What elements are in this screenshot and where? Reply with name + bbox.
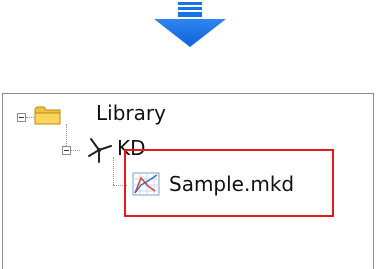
library-collapse-toggle[interactable]	[17, 113, 26, 122]
folder-icon	[33, 103, 63, 131]
tree-connector	[113, 157, 114, 185]
tree-node-library[interactable]: Library	[96, 103, 166, 123]
tree-connector	[71, 150, 80, 151]
highlight-box	[124, 149, 334, 217]
tree-connector	[66, 124, 67, 146]
down-arrow-icon	[142, 0, 238, 52]
kd-collapse-toggle[interactable]	[62, 146, 71, 155]
